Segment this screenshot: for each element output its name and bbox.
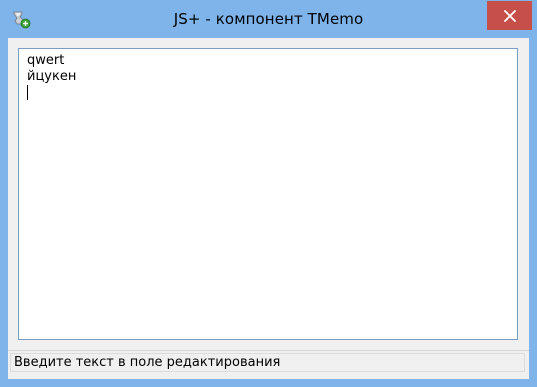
window-title: JS+ - компонент TMemo <box>173 10 364 28</box>
memo-editor[interactable]: qwert йцукен <box>18 48 518 340</box>
memo-line-2: йцукен <box>27 69 77 84</box>
close-button[interactable] <box>487 1 532 30</box>
memo-line-1: qwert <box>27 53 65 68</box>
application-window: JS+ - компонент TMemo qwert йцукен Введи… <box>0 0 537 387</box>
memo-line-3 <box>27 85 509 101</box>
text-caret <box>27 85 28 100</box>
status-bar: Введите текст в поле редактирования <box>8 350 529 373</box>
client-area: qwert йцукен Введите текст в поле редакт… <box>8 38 529 379</box>
status-text: Введите текст в поле редактирования <box>10 353 525 372</box>
close-icon <box>503 9 516 22</box>
title-bar[interactable]: JS+ - компонент TMemo <box>0 0 537 38</box>
